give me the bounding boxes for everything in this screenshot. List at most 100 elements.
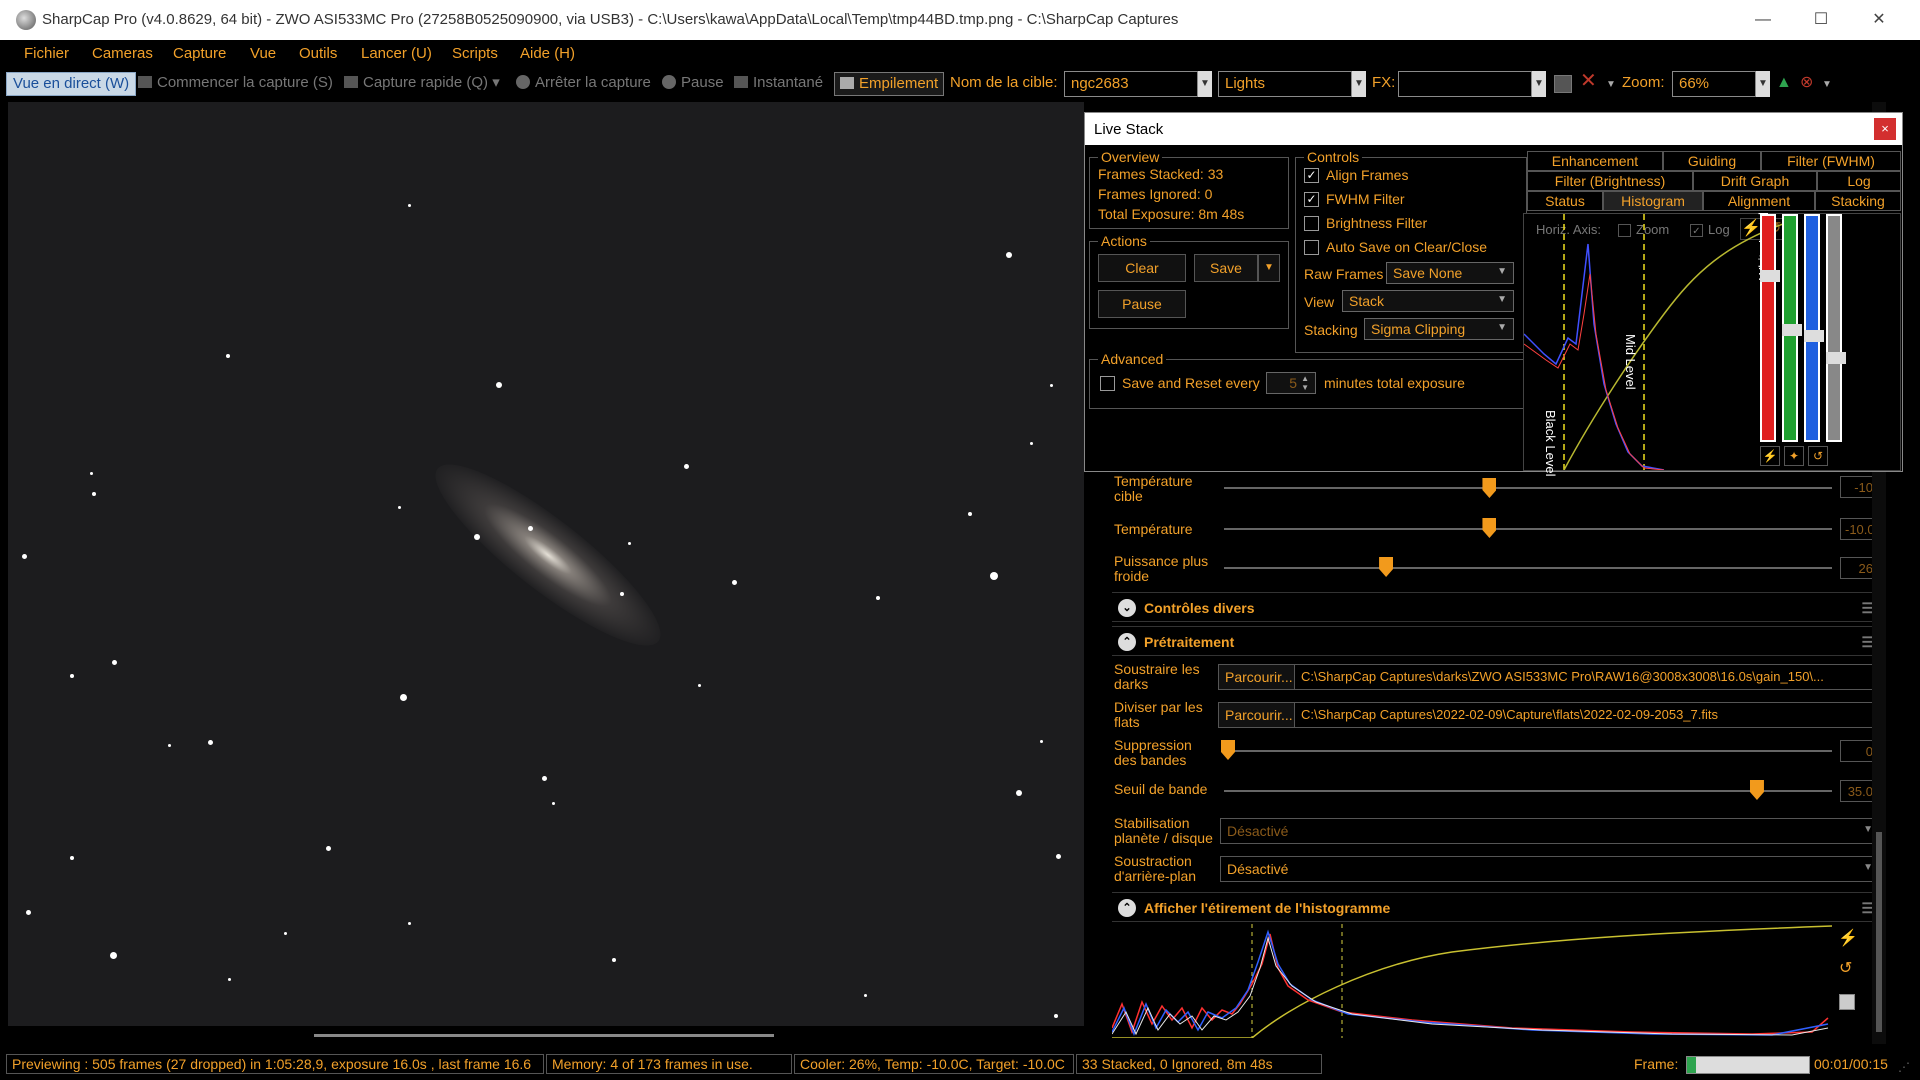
target-temp-thumb[interactable] bbox=[1482, 478, 1497, 498]
search-icon[interactable]: ⊗ bbox=[1800, 72, 1813, 96]
close-button[interactable]: ✕ bbox=[1850, 0, 1908, 40]
raw-frames-select[interactable]: Save None ▼ bbox=[1386, 262, 1514, 284]
histogram-stretch-graph[interactable] bbox=[1112, 924, 1832, 1038]
clear-button[interactable]: Clear bbox=[1098, 254, 1186, 282]
red-channel-slider[interactable] bbox=[1760, 214, 1780, 442]
star bbox=[1056, 854, 1061, 859]
quick-capture-button[interactable]: Capture rapide (Q) ▾ bbox=[344, 72, 500, 96]
browse-darks-button[interactable]: Parcourir... bbox=[1218, 664, 1300, 690]
asterisk-icon[interactable]: ✦ bbox=[1784, 446, 1804, 466]
live-stack-close-button[interactable]: × bbox=[1874, 118, 1896, 140]
menu-launch[interactable]: Lancer (U) bbox=[361, 45, 432, 62]
tab-filter-brightness[interactable]: Filter (Brightness) bbox=[1527, 171, 1693, 191]
banding-suppression-slider[interactable] bbox=[1224, 750, 1832, 752]
stop-capture-button[interactable]: Arrêter la capture bbox=[516, 72, 651, 96]
star bbox=[876, 596, 880, 600]
scrollbar-thumb[interactable] bbox=[1876, 832, 1882, 1032]
red-white-level-thumb[interactable] bbox=[1760, 270, 1780, 282]
display-icon[interactable] bbox=[1554, 75, 1572, 93]
histogram-stretch-header[interactable]: ⌃ Afficher l'étirement de l'histogramme … bbox=[1112, 892, 1880, 922]
tab-status[interactable]: Status bbox=[1527, 191, 1603, 211]
tab-alignment[interactable]: Alignment bbox=[1703, 191, 1815, 211]
reticle-dropdown-icon[interactable]: ▼ bbox=[1606, 74, 1616, 98]
frame-type-select[interactable]: Lights bbox=[1218, 71, 1352, 97]
luminance-channel-slider[interactable] bbox=[1826, 214, 1846, 442]
temperature-thumb[interactable] bbox=[1482, 518, 1497, 538]
frame-type-dropdown-arrow[interactable]: ▼ bbox=[1352, 71, 1366, 97]
banding-suppression-thumb[interactable] bbox=[1221, 740, 1235, 760]
misc-controls-header[interactable]: ⌄ Contrôles divers ☰ bbox=[1112, 592, 1880, 622]
target-temp-slider[interactable] bbox=[1224, 487, 1832, 489]
menu-view[interactable]: Vue bbox=[250, 45, 276, 62]
browse-flats-button[interactable]: Parcourir... bbox=[1218, 702, 1300, 728]
background-subtraction-select[interactable]: Désactivé ▼ bbox=[1220, 856, 1880, 882]
tab-log[interactable]: Log bbox=[1817, 171, 1901, 191]
cooler-power-thumb[interactable] bbox=[1379, 557, 1394, 577]
reticle-icon[interactable]: ✕ bbox=[1580, 70, 1597, 94]
planet-stabilization-select[interactable]: Désactivé ▼ bbox=[1220, 818, 1880, 844]
scrollbar-thumb[interactable] bbox=[314, 1034, 774, 1037]
blue-channel-slider[interactable] bbox=[1804, 214, 1824, 442]
target-dropdown-arrow[interactable]: ▼ bbox=[1198, 71, 1212, 97]
stacking-mode-select[interactable]: Sigma Clipping ▼ bbox=[1364, 318, 1514, 340]
brightness-filter-checkbox[interactable] bbox=[1304, 216, 1319, 231]
view-select[interactable]: Stack ▼ bbox=[1342, 290, 1514, 312]
preprocessing-header[interactable]: ⌃ Prétraitement ☰ bbox=[1112, 626, 1880, 656]
resize-grip-icon[interactable]: ⋰ bbox=[1898, 1060, 1910, 1074]
menu-help[interactable]: Aide (H) bbox=[520, 45, 575, 62]
green-white-level-thumb[interactable] bbox=[1782, 324, 1802, 336]
darks-path-text: C:\SharpCap Captures\darks\ZWO ASI533MC … bbox=[1301, 669, 1824, 684]
zoom-dropdown-arrow[interactable]: ▼ bbox=[1756, 71, 1770, 97]
stacking-button[interactable]: Empilement bbox=[834, 72, 945, 96]
fx-dropdown-arrow[interactable]: ▼ bbox=[1532, 71, 1546, 97]
darks-path-select[interactable]: C:\SharpCap Captures\darks\ZWO ASI533MC … bbox=[1294, 664, 1880, 690]
fwhm-filter-checkbox[interactable]: ✓ bbox=[1304, 192, 1319, 207]
pause-button[interactable]: Pause bbox=[662, 72, 724, 96]
banding-threshold-slider[interactable] bbox=[1224, 790, 1832, 792]
lightning-icon[interactable]: ⚡ bbox=[1838, 928, 1858, 948]
target-name-input[interactable]: ngc2683 bbox=[1064, 71, 1198, 97]
green-channel-slider[interactable] bbox=[1782, 214, 1802, 442]
start-capture-button[interactable]: Commencer la capture (S) bbox=[138, 72, 333, 96]
minimize-button[interactable]: — bbox=[1734, 0, 1792, 40]
menu-file[interactable]: Fichier bbox=[24, 45, 69, 62]
image-preview[interactable] bbox=[8, 102, 1084, 1026]
tab-guiding[interactable]: Guiding bbox=[1663, 151, 1761, 171]
tab-drift-graph[interactable]: Drift Graph bbox=[1693, 171, 1817, 191]
lightning-icon[interactable]: ⚡ bbox=[1760, 446, 1780, 466]
horizontal-scrollbar[interactable] bbox=[8, 1027, 1084, 1039]
zoom-select[interactable]: 66% bbox=[1672, 71, 1756, 97]
snapshot-button[interactable]: Instantané bbox=[734, 72, 823, 96]
live-view-button[interactable]: Vue en direct (W) bbox=[6, 72, 137, 96]
temperature-slider[interactable] bbox=[1224, 528, 1832, 530]
tab-filter-fwhm[interactable]: Filter (FWHM) bbox=[1761, 151, 1901, 171]
tab-histogram[interactable]: Histogram bbox=[1603, 191, 1703, 211]
histogram-icon[interactable]: ▲ bbox=[1776, 72, 1792, 96]
cooler-power-slider[interactable] bbox=[1224, 567, 1832, 569]
auto-save-checkbox[interactable] bbox=[1304, 240, 1319, 255]
reset-icon[interactable]: ↺ bbox=[1839, 958, 1852, 978]
spin-arrows-icon[interactable]: ▲ ▼ bbox=[1301, 374, 1309, 392]
save-button[interactable]: Save bbox=[1194, 254, 1258, 282]
menu-cameras[interactable]: Cameras bbox=[92, 45, 153, 62]
menu-capture[interactable]: Capture bbox=[173, 45, 226, 62]
pause-stack-button[interactable]: Pause bbox=[1098, 290, 1186, 318]
tools-dropdown-icon[interactable]: ▼ bbox=[1822, 74, 1832, 98]
save-options-dropdown[interactable]: ▼ bbox=[1258, 254, 1280, 282]
save-reset-checkbox[interactable] bbox=[1100, 376, 1115, 391]
fx-select[interactable] bbox=[1398, 71, 1532, 97]
maximize-button[interactable]: ☐ bbox=[1792, 0, 1850, 40]
save-icon[interactable] bbox=[1839, 994, 1855, 1010]
minutes-stepper[interactable]: 5 ▲ ▼ bbox=[1266, 372, 1316, 394]
banding-threshold-thumb[interactable] bbox=[1749, 780, 1764, 800]
menu-tools[interactable]: Outils bbox=[299, 45, 337, 62]
tab-stacking[interactable]: Stacking bbox=[1815, 191, 1901, 211]
menu-scripts[interactable]: Scripts bbox=[452, 45, 498, 62]
luminance-white-level-thumb[interactable] bbox=[1826, 352, 1846, 364]
live-stack-titlebar[interactable]: Live Stack × bbox=[1085, 113, 1902, 145]
tab-enhancement[interactable]: Enhancement bbox=[1527, 151, 1663, 171]
reset-icon[interactable]: ↺ bbox=[1808, 446, 1828, 466]
align-frames-checkbox[interactable]: ✓ bbox=[1304, 168, 1319, 183]
blue-white-level-thumb[interactable] bbox=[1804, 330, 1824, 342]
flats-path-select[interactable]: C:\SharpCap Captures\2022-02-09\Capture\… bbox=[1294, 702, 1880, 728]
